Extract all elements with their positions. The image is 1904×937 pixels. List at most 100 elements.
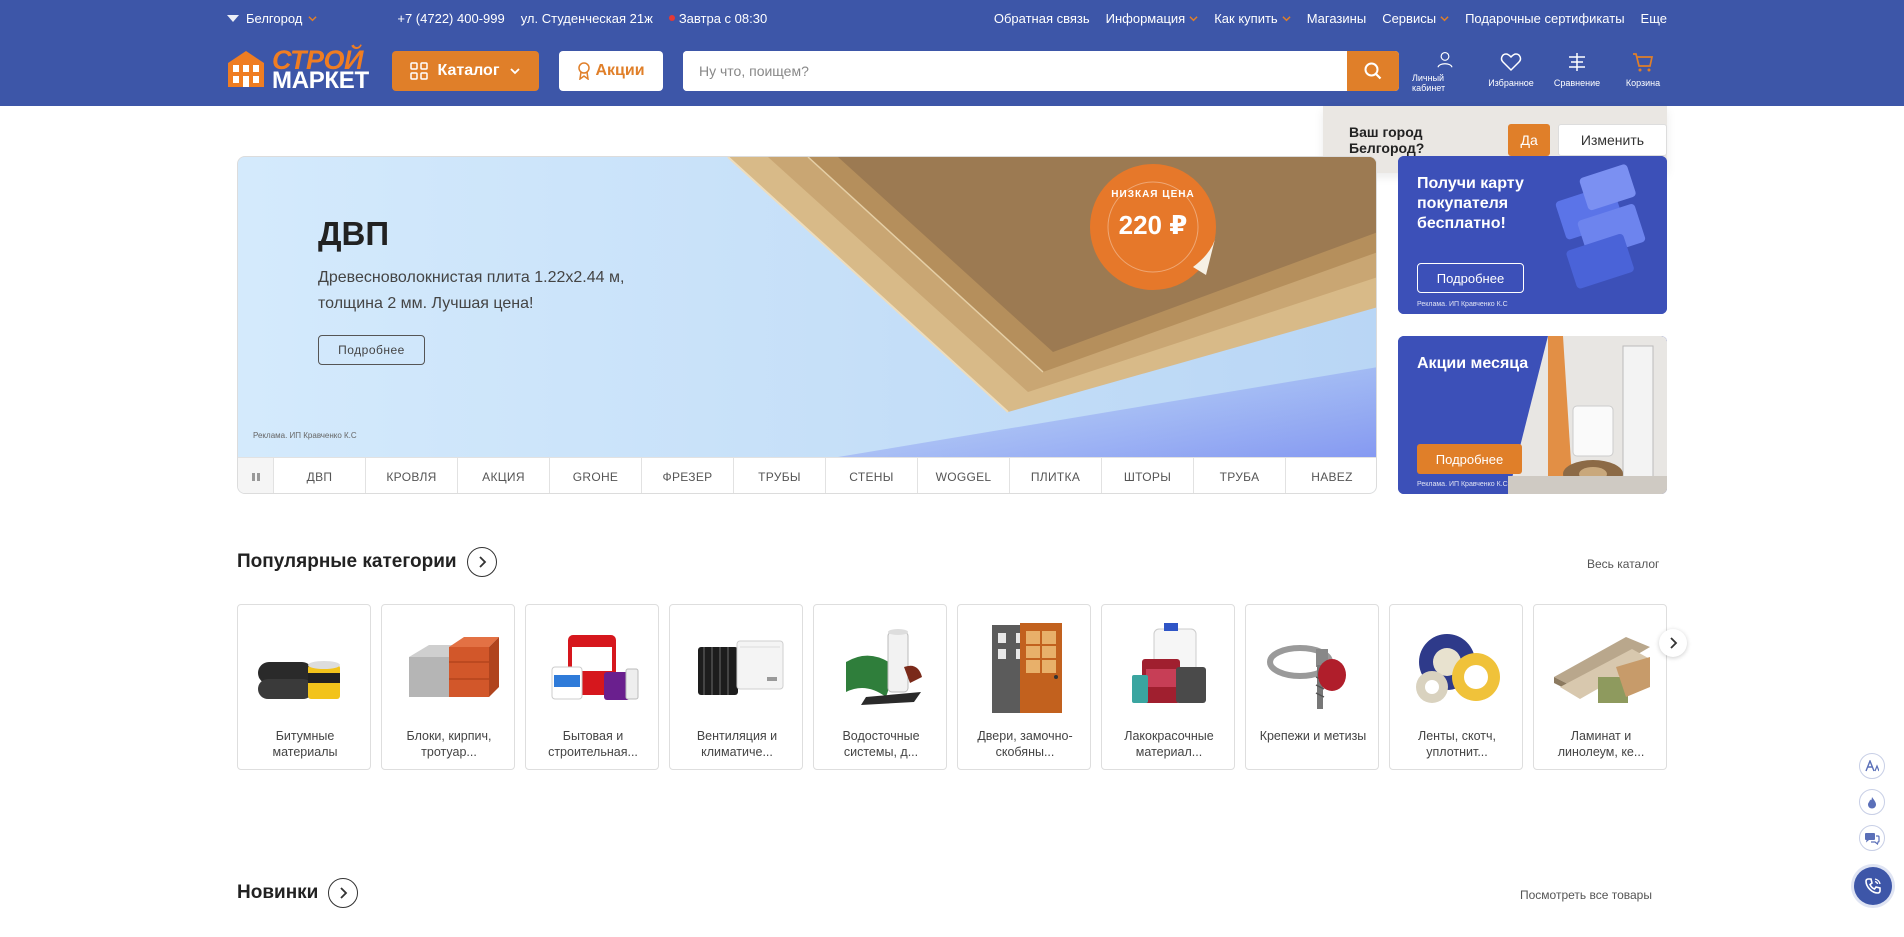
search-icon: [1364, 62, 1382, 80]
price-sticker: НИЗКАЯ ЦЕНА 220 ₽: [1090, 177, 1216, 289]
heater-image: [698, 640, 784, 695]
search-input[interactable]: [683, 51, 1347, 91]
font-size-icon: [1865, 760, 1879, 772]
nav-services-label: Сервисы: [1382, 10, 1437, 26]
city-selector[interactable]: Белгород: [226, 11, 317, 26]
banner-tab[interactable]: КРОВЛЯ: [366, 458, 458, 493]
category-label: Лакокрасочные материал...: [1124, 729, 1214, 759]
favorites-label: Избранное: [1488, 78, 1534, 88]
location-icon: [227, 15, 239, 22]
chevron-down-icon: [1440, 15, 1449, 21]
news-arrow-button[interactable]: [328, 878, 359, 908]
promo-ad-note: Реклама. ИП Кравченко К.С: [1417, 481, 1508, 488]
banner-tab[interactable]: HABEZ: [1286, 458, 1376, 493]
banner-description: Древесноволокнистая плита 1.22x2.44 м, т…: [318, 269, 625, 312]
logo-house-icon: [228, 51, 264, 87]
address-link[interactable]: ул. Студенческая 21ж: [521, 11, 653, 26]
popular-arrow-button[interactable]: [466, 547, 497, 577]
banner-tabs: ДВП КРОВЛЯ АКЦИЯ GROHE ФРЕЗЕР ТРУБЫ СТЕН…: [238, 457, 1376, 493]
banner-tab[interactable]: ПЛИТКА: [1010, 458, 1102, 493]
banner-tab[interactable]: ТРУБА: [1194, 458, 1286, 493]
logo[interactable]: СТРОЙ МАРКЕТ: [226, 45, 372, 94]
category-card[interactable]: Лакокрасочные материал...: [1101, 604, 1235, 770]
section-title: Популярные категории: [237, 551, 457, 572]
all-products-link[interactable]: Посмотреть все товары: [1520, 888, 1652, 902]
phone-icon: [1865, 878, 1881, 894]
nav-stores[interactable]: Магазины: [1307, 11, 1367, 26]
slider-pause-button[interactable]: [238, 458, 274, 493]
promo-more-button[interactable]: Подробнее: [1417, 444, 1522, 474]
account-label: Личный кабинет: [1412, 73, 1446, 93]
banner-tab[interactable]: WOGGEL: [918, 458, 1010, 493]
nav-info[interactable]: Информация: [1106, 11, 1199, 26]
chat-button[interactable]: [1859, 825, 1885, 851]
category-card[interactable]: Двери, замочно-скобяны...: [957, 604, 1091, 770]
nav-info-label: Информация: [1105, 10, 1186, 26]
city-yes-button[interactable]: Да: [1508, 123, 1550, 156]
callback-button[interactable]: [1854, 867, 1892, 905]
category-label: Ламинат и линолеум, ке...: [1557, 729, 1645, 759]
phone-link[interactable]: +7 (4722) 400-999: [397, 11, 504, 26]
category-label: Водосточные системы, д...: [842, 729, 920, 759]
fasteners-image: [1267, 645, 1346, 709]
category-card[interactable]: Блоки, кирпич, тротуар...: [381, 604, 515, 770]
search-button[interactable]: [1347, 51, 1399, 91]
banner-tab[interactable]: ДВП: [274, 458, 366, 493]
loyalty-more-button[interactable]: Подробнее: [1417, 263, 1524, 293]
category-card[interactable]: Крепежи и метизы: [1245, 604, 1379, 770]
banner-tab[interactable]: СТЕНЫ: [826, 458, 918, 493]
schedule-text: Завтра с 08:30: [678, 10, 768, 26]
logo-text-bottom: МАРКЕТ: [272, 67, 369, 94]
category-card[interactable]: Ленты, скотч, уплотнит...: [1389, 604, 1523, 770]
search-bar: [683, 51, 1399, 91]
compare-button[interactable]: Сравнение: [1544, 51, 1610, 93]
favorites-button[interactable]: Избранное: [1478, 51, 1544, 93]
category-card[interactable]: Ламинат и линолеум, ке...: [1533, 604, 1667, 770]
loyalty-card-banner[interactable]: Получи карту покупателя бесплатно! Подро…: [1398, 156, 1667, 314]
cart-label: Корзина: [1625, 78, 1661, 88]
monthly-promo-banner[interactable]: Акции месяца Подробнее Реклама. ИП Кравч…: [1398, 336, 1667, 494]
sticker-caption: НИЗКАЯ ЦЕНА: [1111, 189, 1195, 200]
category-card[interactable]: Битумные материалы: [237, 604, 371, 770]
category-card[interactable]: Бытовая и строительная...: [525, 604, 659, 770]
tape-image: [1416, 634, 1500, 703]
nav-gift-cards[interactable]: Подарочные сертификаты: [1465, 11, 1624, 26]
compare-label: Сравнение: [1553, 78, 1601, 88]
all-catalog-link[interactable]: Весь каталог: [1587, 557, 1659, 571]
promo-button[interactable]: Акции: [559, 51, 663, 91]
catalog-label: Каталог: [437, 62, 500, 79]
chevron-down-icon: [308, 15, 317, 21]
banner-ad-note: Реклама. ИП Кравченко К.С: [253, 431, 357, 440]
cart-button[interactable]: Корзина: [1610, 51, 1676, 93]
gutter-image: [846, 629, 922, 705]
banner-tab[interactable]: GROHE: [550, 458, 642, 493]
carousel-next-button[interactable]: [1659, 629, 1687, 657]
category-card[interactable]: Вентиляция и климатиче...: [669, 604, 803, 770]
banner-tab[interactable]: АКЦИЯ: [458, 458, 550, 493]
laminate-image: [1554, 637, 1650, 703]
bricks-image: [409, 637, 499, 697]
accessibility-button[interactable]: [1859, 753, 1885, 779]
sticker-price: 220 ₽: [1118, 210, 1188, 240]
nav-more[interactable]: Еще: [1641, 11, 1667, 26]
account-button[interactable]: Личный кабинет: [1412, 51, 1478, 93]
chevron-right-icon: [340, 887, 348, 899]
loyalty-ad-note: Реклама. ИП Кравченко К.С: [1417, 301, 1508, 308]
city-question: Ваш город Белгород?: [1349, 123, 1425, 156]
chevron-right-icon: [1669, 637, 1677, 649]
category-card[interactable]: Водосточные системы, д...: [813, 604, 947, 770]
nav-feedback[interactable]: Обратная связь: [994, 11, 1090, 26]
chemicals-image: [551, 635, 639, 700]
hot-offers-button[interactable]: [1859, 789, 1885, 815]
nav-how-to-buy[interactable]: Как купить: [1214, 11, 1291, 26]
city-change-button[interactable]: Изменить: [1557, 123, 1667, 156]
banner-tab[interactable]: ШТОРЫ: [1102, 458, 1194, 493]
banner-tab[interactable]: ФРЕЗЕР: [642, 458, 734, 493]
catalog-button[interactable]: Каталог: [392, 51, 539, 91]
top-bar: Белгород +7 (4722) 400-999 ул. Студенчес…: [0, 0, 1904, 36]
main-banner: НИЗКАЯ ЦЕНА 220 ₽ ДВП Древесноволокниста…: [237, 156, 1377, 494]
banner-more-button[interactable]: Подробнее: [318, 335, 425, 365]
banner-tab[interactable]: ТРУБЫ: [734, 458, 826, 493]
nav-services[interactable]: Сервисы: [1382, 11, 1449, 26]
loyalty-banner-title: Получи карту покупателя бесплатно!: [1417, 175, 1524, 232]
